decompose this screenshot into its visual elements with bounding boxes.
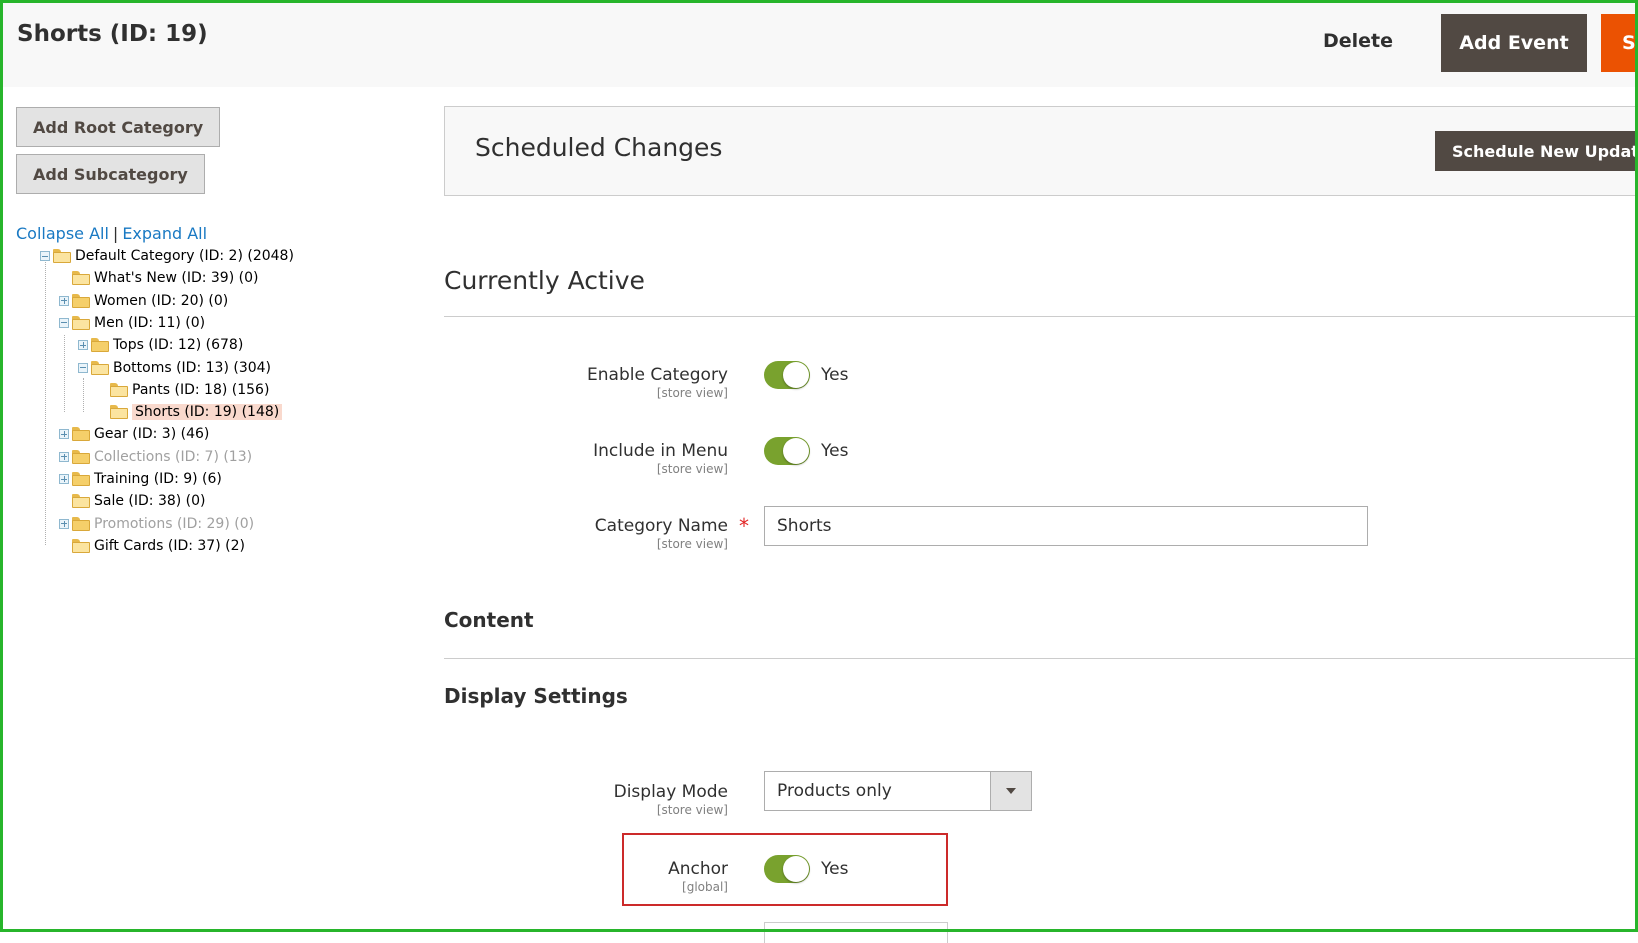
- tree-node-label: Promotions (ID: 29) (0): [94, 515, 255, 532]
- tree-node-label: Shorts (ID: 19) (148): [132, 404, 283, 421]
- tree-node-label: Pants (ID: 18) (156): [132, 381, 270, 398]
- schedule-new-update-button[interactable]: Schedule New Update: [1435, 131, 1638, 171]
- switch-knob: [783, 362, 809, 388]
- anchor-label: Anchor: [668, 859, 728, 879]
- expand-icon[interactable]: [78, 340, 88, 351]
- tree-node[interactable]: Training (ID: 9) (6): [59, 469, 222, 489]
- display-mode-scope: [store view]: [656, 803, 728, 817]
- tree-node[interactable]: What's New (ID: 39) (0): [59, 268, 258, 288]
- collapse-icon[interactable]: [40, 251, 50, 261]
- tree-node[interactable]: Promotions (ID: 29) (0): [59, 514, 254, 534]
- tree-node-label: Women (ID: 20) (0): [94, 292, 229, 309]
- display-mode-label: Display Mode: [613, 782, 728, 802]
- tree-node-selected[interactable]: Shorts (ID: 19) (148): [97, 402, 283, 422]
- tree-node-label: Sale (ID: 38) (0): [94, 493, 206, 510]
- tree-node[interactable]: Gear (ID: 3) (46): [59, 424, 209, 444]
- section-divider: [444, 658, 1638, 659]
- display-settings-title[interactable]: Display Settings: [444, 684, 628, 708]
- expand-icon[interactable]: [59, 429, 69, 440]
- enable-category-value: Yes: [821, 365, 849, 385]
- tree-node-label: Training (ID: 9) (6): [94, 471, 222, 487]
- tree-node-label: Gear (ID: 3) (46): [94, 426, 210, 443]
- tree-guide-line: [64, 335, 65, 412]
- tree-node[interactable]: Bottoms (ID: 13) (304): [78, 358, 271, 378]
- add-event-button[interactable]: Add Event: [1441, 14, 1587, 72]
- folder-icon: [72, 271, 90, 286]
- tree-node-label: Bottoms (ID: 13) (304): [113, 359, 272, 376]
- chevron-down-icon: [990, 772, 1031, 810]
- switch-knob: [783, 856, 809, 882]
- display-mode-select[interactable]: Products only: [764, 771, 1032, 811]
- category-name-label: Category Name: [594, 516, 728, 536]
- expand-icon[interactable]: [59, 451, 69, 462]
- add-subcategory-button[interactable]: Add Subcategory: [16, 154, 205, 194]
- content-section-title[interactable]: Content: [444, 608, 534, 632]
- folder-icon: [72, 494, 90, 509]
- include-in-menu-scope: [store view]: [656, 462, 728, 476]
- category-name-scope: [store view]: [656, 537, 728, 551]
- anchor-switch[interactable]: [764, 855, 810, 883]
- folder-icon: [91, 338, 109, 353]
- anchor-scope: [global]: [682, 880, 728, 894]
- include-in-menu-label: Include in Menu: [593, 441, 728, 461]
- anchor-value: Yes: [821, 859, 849, 879]
- partial-next-field: [764, 922, 948, 943]
- include-in-menu-value: Yes: [821, 441, 849, 461]
- tree-node[interactable]: Collections (ID: 7) (13): [59, 447, 252, 467]
- tree-node[interactable]: Women (ID: 20) (0): [59, 291, 228, 311]
- tree-node[interactable]: Pants (ID: 18) (156): [97, 380, 269, 400]
- folder-icon: [53, 249, 71, 263]
- collapse-icon[interactable]: [78, 362, 88, 373]
- enable-category-scope: [store view]: [656, 386, 728, 400]
- expand-all-link[interactable]: Expand All: [122, 224, 207, 243]
- folder-icon: [72, 538, 90, 553]
- folder-icon: [110, 382, 128, 397]
- category-name-input[interactable]: [764, 506, 1368, 546]
- required-marker: *: [739, 514, 749, 538]
- page-header: Shorts (ID: 19) Delete Add Event Sa: [3, 3, 1635, 87]
- currently-active-title: Currently Active: [444, 266, 645, 295]
- folder-icon: [72, 516, 90, 531]
- folder-icon: [110, 405, 128, 420]
- expand-icon[interactable]: [59, 474, 69, 484]
- delete-button[interactable]: Delete: [1323, 30, 1393, 52]
- add-root-category-button[interactable]: Add Root Category: [16, 107, 221, 147]
- folder-icon: [72, 293, 90, 308]
- enable-category-switch[interactable]: [764, 361, 810, 389]
- switch-knob: [783, 438, 809, 464]
- folder-icon: [72, 449, 90, 464]
- tree-node-label: Men (ID: 11) (0): [94, 314, 206, 331]
- include-in-menu-switch[interactable]: [764, 437, 810, 465]
- tree-node-label: Gift Cards (ID: 37) (2): [94, 537, 245, 554]
- expand-icon[interactable]: [59, 295, 69, 306]
- tree-node[interactable]: Men (ID: 11) (0): [59, 313, 205, 333]
- page-title: Shorts (ID: 19): [17, 21, 208, 47]
- tree-guide-line: [45, 258, 46, 545]
- folder-icon: [72, 315, 90, 330]
- collapse-all-link[interactable]: Collapse All: [16, 224, 109, 243]
- section-divider: [444, 316, 1638, 317]
- scheduled-changes-title: Scheduled Changes: [475, 133, 723, 162]
- save-button[interactable]: Sa: [1601, 14, 1635, 72]
- tree-node-label: Collections (ID: 7) (13): [94, 448, 253, 465]
- expand-icon[interactable]: [59, 518, 69, 529]
- tree-controls: Collapse All | Expand All: [16, 224, 207, 243]
- tree-node[interactable]: Tops (ID: 12) (678): [78, 335, 243, 355]
- tree-node-label: What's New (ID: 39) (0): [94, 270, 259, 287]
- folder-icon: [72, 427, 90, 442]
- collapse-icon[interactable]: [59, 317, 69, 328]
- enable-category-label: Enable Category: [587, 365, 728, 385]
- scheduled-changes-panel: Scheduled Changes Schedule New Update: [444, 106, 1638, 196]
- tree-guide-line: [83, 378, 84, 412]
- folder-icon: [91, 360, 109, 375]
- link-separator: |: [112, 224, 119, 243]
- folder-icon: [72, 472, 90, 486]
- display-mode-value: Products only: [777, 781, 892, 801]
- tree-node[interactable]: Gift Cards (ID: 37) (2): [59, 536, 245, 556]
- tree-node-label: Tops (ID: 12) (678): [113, 337, 244, 354]
- tree-node-label: Default Category (ID: 2) (2048): [75, 248, 294, 264]
- tree-node[interactable]: Default Category (ID: 2) (2048): [40, 246, 294, 266]
- tree-node[interactable]: Sale (ID: 38) (0): [59, 491, 206, 511]
